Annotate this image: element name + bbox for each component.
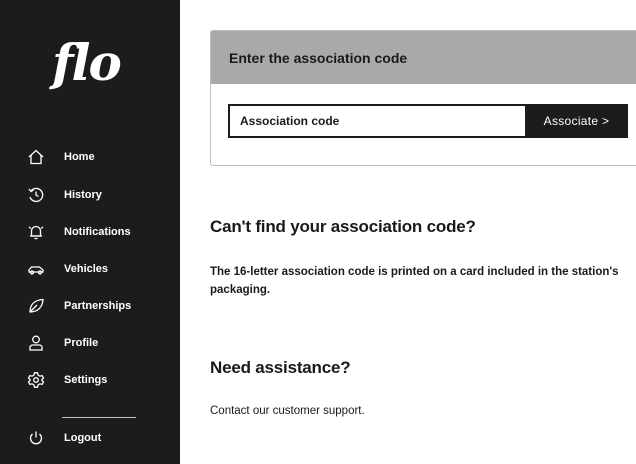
association-code-input[interactable] [228,104,525,138]
sidebar-item-label: Settings [64,374,108,386]
flo-logo[interactable]: flo [52,38,122,88]
sidebar-item-label: Notifications [64,226,131,238]
sidebar-item-vehicles[interactable]: Vehicles [0,255,180,283]
sidebar-item-label: Vehicles [64,263,109,275]
sidebar-item-notifications[interactable]: Notifications [0,218,180,246]
sidebar-item-home[interactable]: Home [0,143,180,171]
sidebar-divider [62,417,136,418]
card-header: Enter the association code [211,31,636,84]
car-icon [26,260,46,278]
user-icon [26,334,46,352]
sidebar-item-label: Home [64,151,95,163]
sidebar-item-logout[interactable]: Logout [0,424,180,452]
sidebar-item-label: History [64,189,102,201]
associate-button[interactable]: Associate > [525,104,628,138]
help-heading: Can't find your association code? [210,217,476,236]
history-icon [26,186,46,204]
card-title: Enter the association code [229,49,408,66]
sidebar-item-label: Logout [64,432,102,444]
gear-icon [26,371,46,389]
bell-icon [26,223,46,241]
power-icon [26,429,46,447]
association-code-card: Enter the association code Associate > [210,30,636,166]
association-form: Associate > [228,104,628,138]
sidebar-item-label: Profile [64,337,99,349]
leaf-icon [26,297,46,315]
sidebar: flo Home History Notifications Vehicles … [0,0,180,464]
assistance-text: Contact our customer support. [210,405,365,417]
home-icon [26,148,46,166]
sidebar-item-history[interactable]: History [0,181,180,209]
sidebar-item-partnerships[interactable]: Partnerships [0,292,180,320]
help-text: The 16-letter association code is printe… [210,266,619,296]
sidebar-item-profile[interactable]: Profile [0,329,180,357]
sidebar-item-label: Partnerships [64,300,132,312]
assistance-heading: Need assistance? [210,358,351,377]
sidebar-item-settings[interactable]: Settings [0,366,180,394]
